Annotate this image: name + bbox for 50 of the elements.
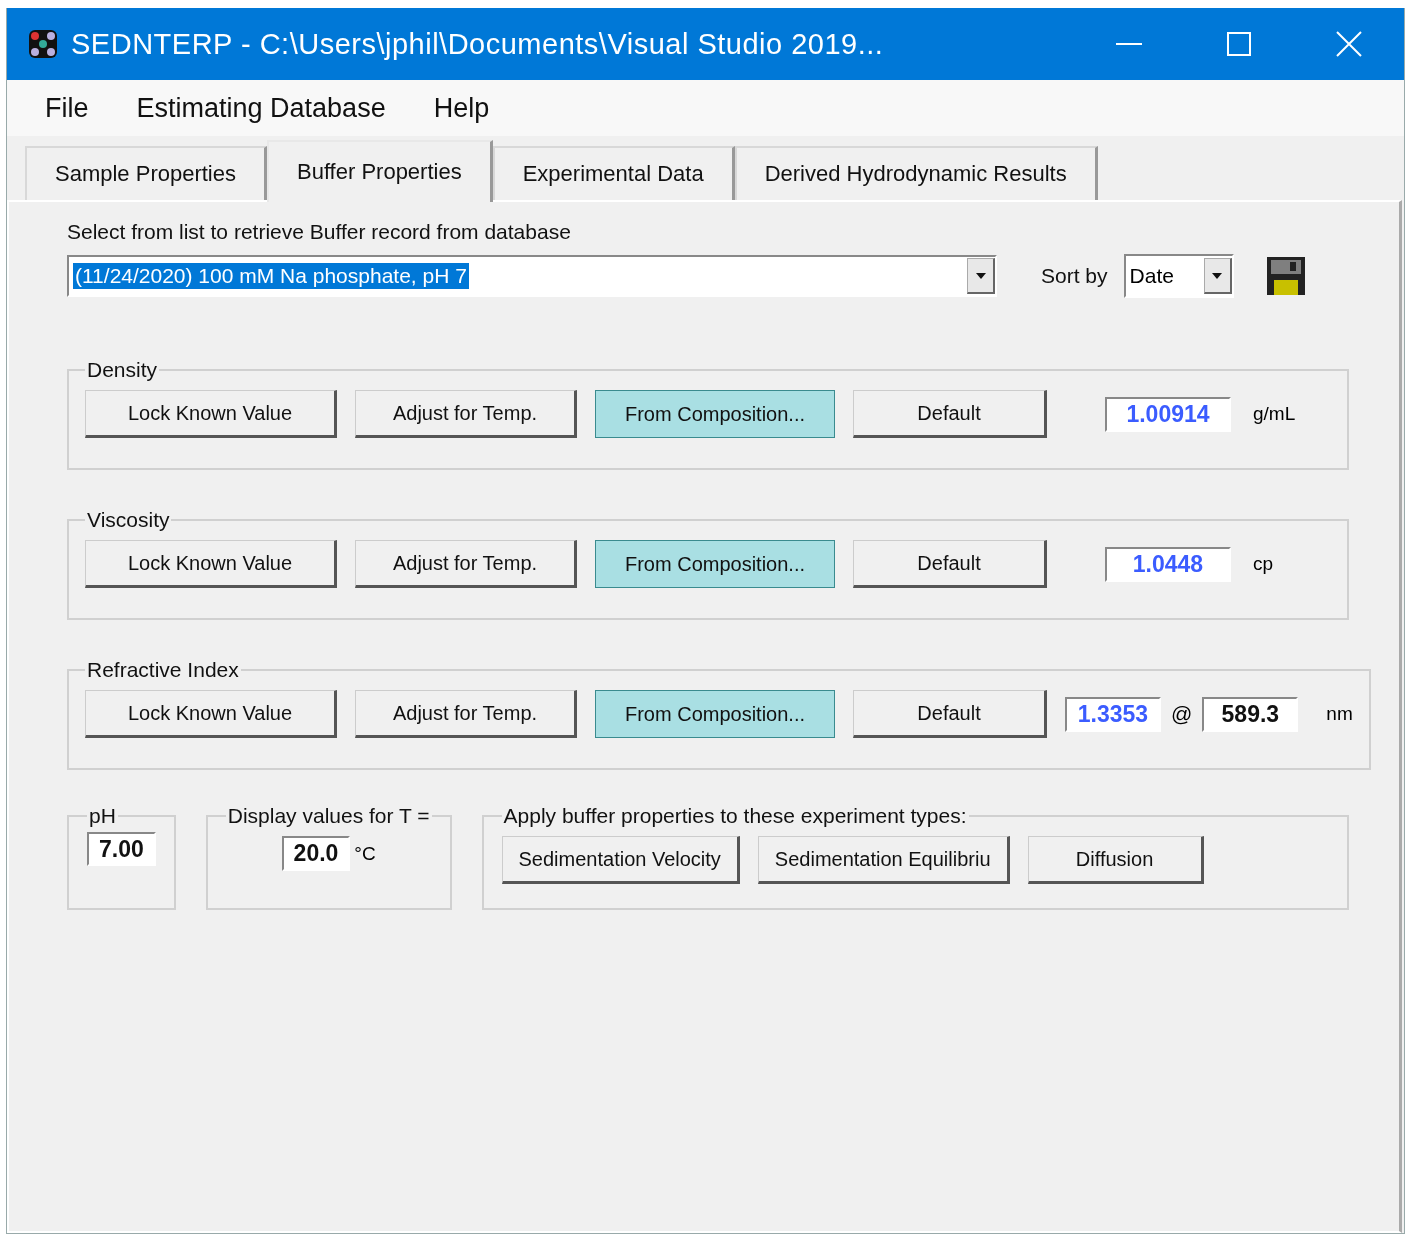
unit-label: cp [1253, 553, 1274, 575]
app-icon [27, 28, 59, 60]
minimize-button[interactable] [1116, 42, 1142, 46]
group-title: Display values for T = [226, 804, 431, 828]
option-button[interactable]: Default [853, 690, 1047, 738]
group-title: pH [88, 804, 117, 828]
option-button[interactable]: Default [853, 390, 1047, 438]
menu-item[interactable]: Estimating Database [136, 92, 386, 124]
at-sign: @ [1171, 702, 1193, 726]
experiment-type-button[interactable]: Sedimentation Velocity [501, 836, 740, 884]
option-button[interactable]: Adjust for Temp. [355, 390, 577, 438]
record-select-label: Select from list to retrieve Buffer record from database [67, 220, 572, 244]
value-field[interactable]: 1.3353 [1065, 696, 1161, 732]
sort-dropdown[interactable]: Date [1123, 254, 1234, 298]
experiment-type-button[interactable]: Diffusion [1027, 836, 1204, 884]
tab[interactable]: Experimental Data [492, 146, 735, 200]
maximize-button[interactable] [1227, 32, 1251, 56]
group-title: Apply buffer properties to these experiment types: [502, 804, 968, 828]
caret-icon [975, 272, 986, 279]
option-button[interactable]: From Composition... [595, 390, 835, 438]
tab[interactable]: Sample Properties [25, 146, 267, 200]
close-button[interactable] [1336, 31, 1362, 57]
record-dropdown[interactable]: (11/24/2020) 100 mM Na phosphate, pH 7 [67, 255, 997, 297]
tab[interactable]: Buffer Properties [267, 140, 493, 202]
option-button[interactable]: Default [853, 540, 1047, 588]
option-button[interactable]: From Composition... [595, 540, 835, 588]
menu-item[interactable]: File [45, 92, 89, 124]
group-title: Viscosity [86, 508, 171, 532]
option-button[interactable]: Lock Known Value [85, 690, 337, 738]
temperature-field[interactable]: 20.0 [281, 836, 351, 871]
option-button[interactable]: Adjust for Temp. [355, 690, 577, 738]
menu-item[interactable]: Help [433, 92, 490, 124]
group-title: Refractive Index [86, 658, 240, 682]
sort-label: Sort by [1041, 264, 1108, 288]
experiment-type-button[interactable]: Sedimentation Equilibriu [757, 836, 1010, 884]
wavelength-field[interactable]: 589.3 [1202, 696, 1299, 732]
unit-label: g/mL [1253, 403, 1296, 425]
window-title: SEDNTERP - C:\Users\jphil\Documents\Visual Studio 2019... [71, 27, 885, 61]
unit-label: °C [354, 842, 376, 865]
caret-icon [1212, 272, 1223, 279]
tab[interactable]: Derived Hydrodynamic Results [734, 146, 1098, 200]
value-field[interactable]: 1.00914 [1105, 396, 1231, 432]
option-button[interactable]: Lock Known Value [85, 390, 337, 438]
unit-label: nm [1326, 703, 1353, 725]
option-button[interactable]: From Composition... [595, 690, 835, 738]
ph-field[interactable]: 7.00 [87, 832, 156, 866]
value-field[interactable]: 1.0448 [1105, 546, 1231, 582]
option-button[interactable]: Adjust for Temp. [355, 540, 577, 588]
group-title: Density [86, 358, 159, 382]
option-button[interactable]: Lock Known Value [85, 540, 337, 588]
